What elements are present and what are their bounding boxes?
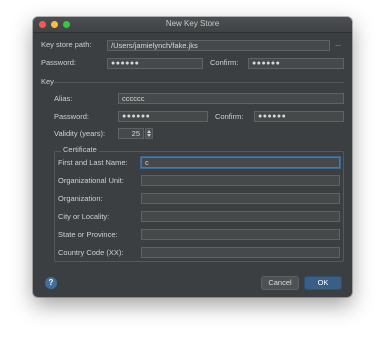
help-icon[interactable]: ? bbox=[45, 277, 57, 289]
ok-button[interactable]: OK bbox=[304, 276, 342, 290]
validity-label: Validity (years): bbox=[54, 129, 106, 138]
key-section-divider bbox=[53, 82, 344, 83]
organizational-unit-field[interactable] bbox=[141, 175, 340, 186]
key-section-title: Key bbox=[41, 77, 54, 86]
key-password-label: Password: bbox=[54, 112, 90, 121]
city-locality-label: City or Locality: bbox=[58, 212, 110, 221]
first-last-name-field[interactable]: c bbox=[141, 157, 340, 168]
key-confirm-label: Confirm: bbox=[215, 112, 244, 121]
validity-stepper-buttons[interactable] bbox=[145, 128, 153, 139]
organization-label: Organization: bbox=[58, 194, 103, 203]
validity-stepper[interactable]: 25 bbox=[118, 128, 154, 139]
key-confirm-field[interactable]: ●●●●●● bbox=[254, 111, 344, 122]
chevron-down-icon[interactable] bbox=[147, 134, 151, 137]
cancel-button[interactable]: Cancel bbox=[261, 276, 299, 290]
certificate-section-title: Certificate bbox=[61, 145, 99, 155]
validity-value[interactable]: 25 bbox=[118, 128, 144, 139]
state-province-field[interactable] bbox=[141, 229, 340, 240]
key-store-path-field[interactable]: /Users/jamielynch/fake.jks bbox=[107, 40, 330, 51]
new-key-store-dialog: New Key Store Key store path: /Users/jam… bbox=[33, 17, 352, 297]
title-bar: New Key Store bbox=[33, 17, 352, 33]
key-password-field[interactable]: ●●●●●● bbox=[118, 111, 208, 122]
first-last-name-label: First and Last Name: bbox=[58, 158, 128, 167]
country-code-field[interactable] bbox=[141, 247, 340, 258]
state-province-label: State or Province: bbox=[58, 230, 118, 239]
key-store-path-label: Key store path: bbox=[41, 40, 92, 49]
organization-field[interactable] bbox=[141, 193, 340, 204]
window-title: New Key Store bbox=[165, 19, 220, 28]
browse-button[interactable]: ... bbox=[332, 40, 344, 51]
keystore-password-label: Password: bbox=[41, 58, 77, 67]
keystore-confirm-label: Confirm: bbox=[210, 58, 239, 67]
chevron-up-icon[interactable] bbox=[147, 130, 151, 133]
alias-field[interactable]: cccccc bbox=[118, 93, 344, 104]
keystore-password-field[interactable]: ●●●●●● bbox=[107, 58, 203, 69]
alias-label: Alias: bbox=[54, 94, 73, 103]
city-locality-field[interactable] bbox=[141, 211, 340, 222]
country-code-label: Country Code (XX): bbox=[58, 248, 124, 257]
organizational-unit-label: Organizational Unit: bbox=[58, 176, 124, 185]
keystore-confirm-field[interactable]: ●●●●●● bbox=[248, 58, 344, 69]
